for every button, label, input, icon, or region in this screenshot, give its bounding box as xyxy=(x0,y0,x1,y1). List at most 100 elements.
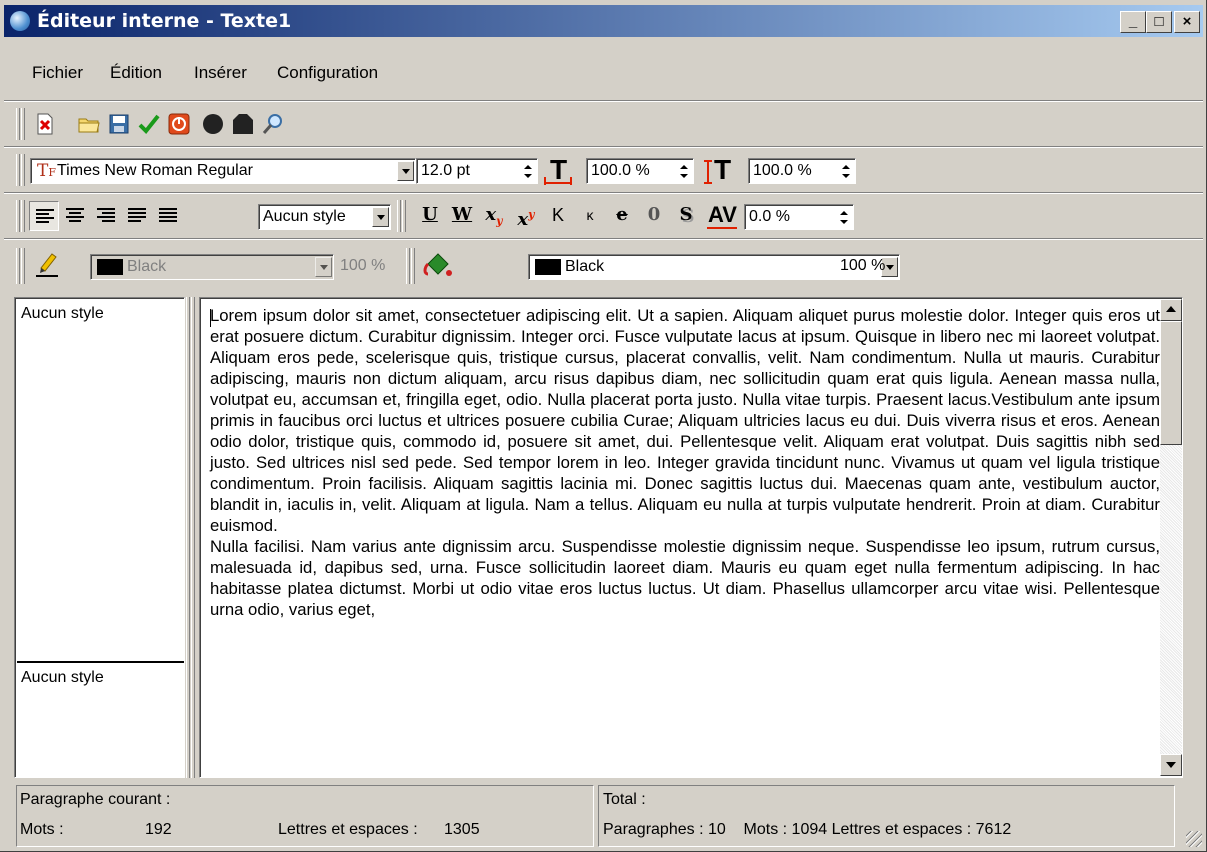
underline-icon: U xyxy=(422,204,438,225)
open-folder-icon[interactable] xyxy=(78,113,100,135)
scroll-up-button[interactable] xyxy=(1160,299,1182,321)
window-title: Éditeur interne - Texte1 xyxy=(37,10,292,32)
font-name-value: Times New Roman Regular xyxy=(57,162,253,179)
format-toolbar: Aucun style U W xy xy K κ e 0 S AV 0.0 % xyxy=(4,196,1203,236)
style-item[interactable]: Aucun style xyxy=(21,305,104,323)
font-size-spinner[interactable]: 12.0 pt xyxy=(416,158,538,184)
stop-icon[interactable] xyxy=(232,113,254,135)
align-right-icon xyxy=(97,208,115,224)
outline-icon: 0 xyxy=(647,204,661,225)
shadow-button[interactable]: S xyxy=(671,201,701,231)
font-name-combo[interactable]: TF Times New Roman Regular xyxy=(30,158,416,184)
status-total: Total : Paragraphes : 10 Mots : 1094 Let… xyxy=(598,785,1175,847)
superscript-button[interactable]: xy xyxy=(511,201,541,231)
menu-edition[interactable]: Édition xyxy=(110,63,162,83)
power-icon[interactable] xyxy=(168,113,190,135)
char-width-spin-arrows[interactable] xyxy=(677,162,692,182)
paragraph-style-dropdown[interactable] xyxy=(372,207,389,227)
char-width-icon: T xyxy=(542,154,576,186)
subscript-button[interactable]: xy xyxy=(479,201,509,231)
paragraph[interactable]: Nulla facilisi. Nam varius ante dignissi… xyxy=(210,536,1160,620)
align-left-button[interactable] xyxy=(29,201,59,231)
underline-button[interactable]: U xyxy=(415,201,445,231)
scroll-down-button[interactable] xyxy=(1160,754,1182,776)
editor-content[interactable]: Lorem ipsum dolor sit amet, consectetuer… xyxy=(210,305,1160,620)
justify-all-icon xyxy=(159,208,177,224)
align-right-button[interactable] xyxy=(91,201,121,231)
fill-color-swatch xyxy=(535,259,561,275)
styles-pane[interactable]: Aucun style Aucun style xyxy=(14,297,185,778)
letter-spacing-spinner[interactable]: 0.0 % xyxy=(744,204,854,230)
toolbar-grip[interactable] xyxy=(16,200,26,232)
scroll-thumb[interactable] xyxy=(1160,321,1182,445)
fill-color-bucket-icon[interactable] xyxy=(422,250,454,282)
close-document-icon[interactable] xyxy=(34,113,56,135)
toolbar-separator xyxy=(4,192,1203,194)
letter-spacing-spin-arrows[interactable] xyxy=(837,208,852,228)
words-label: Mots : xyxy=(20,821,64,838)
resize-grip[interactable] xyxy=(1186,831,1202,847)
close-button[interactable]: × xyxy=(1174,11,1200,33)
text-color-dropdown[interactable] xyxy=(315,257,332,277)
search-icon[interactable] xyxy=(262,113,284,135)
app-icon xyxy=(10,11,30,31)
vertical-splitter[interactable] xyxy=(186,297,198,778)
small-caps-icon: κ xyxy=(586,207,594,223)
letter-spacing-icon[interactable]: AV xyxy=(704,202,740,232)
save-icon[interactable] xyxy=(108,113,130,135)
align-center-button[interactable] xyxy=(60,201,90,231)
pane-divider xyxy=(17,661,184,663)
char-width-spinner[interactable]: 100.0 % xyxy=(586,158,694,184)
status-current-paragraph: Paragraphe courant : Mots : 192 Lettres … xyxy=(16,785,594,847)
text-color-combo[interactable]: Black xyxy=(90,254,334,280)
paragraph[interactable]: Lorem ipsum dolor sit amet, consectetuer… xyxy=(210,305,1160,536)
justify-button[interactable] xyxy=(122,201,152,231)
minimize-button[interactable]: _ xyxy=(1120,11,1146,33)
maximize-button[interactable]: □ xyxy=(1146,11,1172,33)
justify-all-button[interactable] xyxy=(153,201,183,231)
justify-icon xyxy=(128,208,146,224)
truetype-font-icon: TF xyxy=(37,161,56,181)
char-width-value: 100.0 % xyxy=(591,162,650,179)
font-size-value: 12.0 pt xyxy=(421,162,470,179)
outline-button[interactable]: 0 xyxy=(639,201,669,231)
total-label: Total : xyxy=(603,791,646,808)
font-toolbar: TF Times New Roman Regular 12.0 pt T 100… xyxy=(4,150,1203,190)
font-dropdown-button[interactable] xyxy=(397,161,414,181)
char-height-spin-arrows[interactable] xyxy=(839,162,854,182)
toolbar-grip[interactable] xyxy=(16,108,26,140)
text-opacity-value: 100 % xyxy=(340,257,386,274)
word-underline-button[interactable]: W xyxy=(447,201,477,231)
menu-inserer[interactable]: Insérer xyxy=(194,63,247,83)
strikethrough-icon: e xyxy=(616,204,628,225)
fill-opacity-value: 100 % xyxy=(840,257,886,274)
char-height-spinner[interactable]: 100.0 % xyxy=(748,158,856,184)
align-center-icon xyxy=(66,208,84,224)
record-icon[interactable] xyxy=(202,113,224,135)
toolbar-grip[interactable] xyxy=(397,200,407,232)
check-icon[interactable] xyxy=(138,113,160,135)
toolbar-grip[interactable] xyxy=(16,154,26,186)
title-bar[interactable]: Éditeur interne - Texte1 _ □ × xyxy=(4,5,1203,37)
current-paragraph-label: Paragraphe courant : xyxy=(20,791,171,808)
text-color-value: Black xyxy=(127,258,167,275)
font-size-spin-arrows[interactable] xyxy=(521,162,536,182)
strikethrough-button[interactable]: e xyxy=(607,201,637,231)
menu-bar: Fichier Édition Insérer Configuration xyxy=(4,58,1203,92)
all-caps-icon: K xyxy=(551,205,564,225)
total-stats: Paragraphes : 10 Mots : 1094 Lettres et … xyxy=(603,821,1012,838)
menu-configuration[interactable]: Configuration xyxy=(277,63,378,83)
small-caps-button[interactable]: κ xyxy=(575,201,605,231)
editor-window: Éditeur interne - Texte1 _ □ × Fichier É… xyxy=(0,0,1207,852)
vertical-scrollbar[interactable] xyxy=(1160,299,1182,776)
menu-fichier[interactable]: Fichier xyxy=(32,63,83,83)
text-editor[interactable]: Lorem ipsum dolor sit amet, consectetuer… xyxy=(199,297,1183,778)
style-item[interactable]: Aucun style xyxy=(21,669,104,687)
toolbar-grip[interactable] xyxy=(16,248,26,284)
all-caps-button[interactable]: K xyxy=(543,201,573,231)
paragraph-style-combo[interactable]: Aucun style xyxy=(258,204,391,230)
toolbar-grip[interactable] xyxy=(406,248,416,284)
align-left-icon xyxy=(36,209,54,225)
main-toolbar xyxy=(4,104,1203,144)
text-color-pen-icon[interactable] xyxy=(34,252,60,278)
